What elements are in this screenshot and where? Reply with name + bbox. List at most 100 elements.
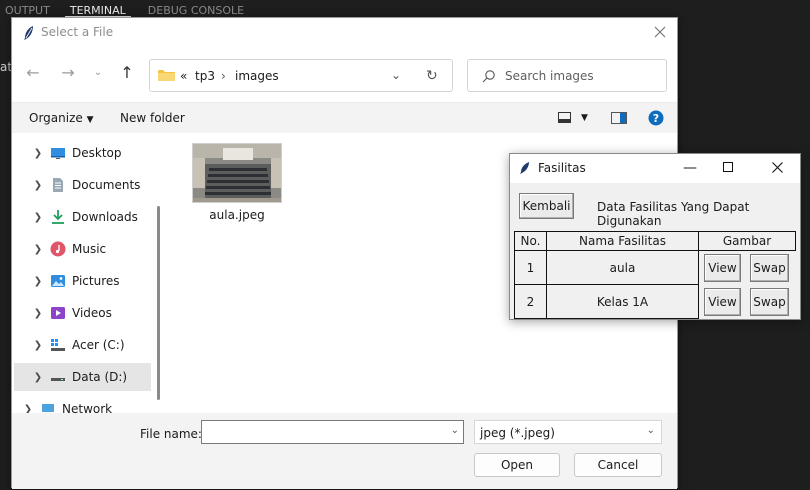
nav-item-data-d[interactable]: ❯ Data (D:): [14, 363, 151, 391]
file-item-aula[interactable]: aula.jpeg: [191, 143, 283, 222]
preview-pane-icon[interactable]: [611, 112, 627, 124]
nav-item-pictures[interactable]: ❯ Pictures: [14, 267, 151, 295]
expand-chevron-icon[interactable]: ❯: [28, 276, 48, 287]
open-button[interactable]: Open: [474, 453, 560, 477]
close-icon[interactable]: [772, 162, 783, 173]
nav-item-downloads[interactable]: ❯ Downloads: [14, 203, 151, 231]
organize-label: Organize: [29, 111, 83, 125]
expand-chevron-icon[interactable]: ❯: [28, 148, 48, 159]
nav-item-label: Network: [62, 402, 113, 413]
svg-text:?: ?: [653, 112, 659, 125]
documents-icon: [53, 178, 63, 192]
nav-item-label: Documents: [72, 178, 141, 192]
organize-button[interactable]: Organize ▼: [29, 111, 94, 125]
music-icon: [50, 241, 66, 257]
file-name-dropdown-icon[interactable]: ⌄: [451, 425, 459, 436]
nav-item-label: Downloads: [72, 210, 138, 224]
row-2-view-button[interactable]: View: [704, 288, 741, 316]
feather-icon: [520, 162, 529, 174]
breadcrumb-overflow[interactable]: «: [180, 69, 187, 83]
view-options-icon[interactable]: [558, 112, 571, 123]
facilities-table: No. Nama Fasilitas Gambar 1 aula View Sw…: [514, 231, 796, 319]
fasilitas-titlebar: Fasilitas —: [510, 154, 800, 183]
forward-arrow-icon[interactable]: →: [59, 64, 77, 82]
navigation-bar: ← → ⌄ ↑ « tp3 › images ⌄ ↻ Search images: [12, 54, 677, 94]
search-box[interactable]: Search images: [467, 59, 667, 92]
view-dropdown-icon[interactable]: ▼: [581, 113, 588, 123]
nav-item-documents[interactable]: ❯ Documents: [14, 171, 151, 199]
desktop-icon: [51, 148, 65, 159]
search-icon: [482, 70, 495, 83]
help-icon[interactable]: ?: [648, 110, 664, 126]
expand-chevron-icon[interactable]: ❯: [28, 372, 48, 383]
nav-item-desktop[interactable]: ❯ Desktop: [14, 139, 151, 167]
expand-chevron-icon[interactable]: ❯: [28, 244, 48, 255]
pictures-icon: [51, 275, 65, 287]
expand-chevron-icon[interactable]: ❯: [28, 180, 48, 191]
nav-item-acer-c[interactable]: ❯ Acer (C:): [14, 331, 151, 359]
row-1-name: aula: [546, 250, 699, 285]
breadcrumb-separator-icon: ›: [221, 69, 226, 83]
search-placeholder: Search images: [505, 69, 594, 83]
expand-chevron-icon[interactable]: ❯: [28, 308, 48, 319]
navigation-scrollbar[interactable]: [157, 206, 160, 400]
breadcrumb-tp3[interactable]: tp3: [195, 69, 215, 83]
dialog-titlebar: Select a File: [12, 18, 677, 48]
tab-debug-console[interactable]: DEBUG CONSOLE: [143, 0, 249, 17]
navigation-pane: ❯ Desktop ❯ Documents ❯ Downloads ❯ Musi…: [12, 133, 163, 413]
network-icon: [42, 404, 54, 412]
expand-chevron-icon[interactable]: ❯: [28, 212, 48, 223]
back-button[interactable]: Kembali: [519, 193, 574, 219]
drive-d-icon: [51, 378, 65, 381]
file-name-label: File name:: [140, 427, 202, 441]
tab-output[interactable]: OUTPUT: [0, 0, 55, 17]
videos-icon: [51, 307, 65, 319]
folder-icon: [158, 70, 175, 81]
row-2-swap-button[interactable]: Swap: [750, 288, 789, 316]
nav-item-network[interactable]: ❯ Network: [14, 395, 151, 413]
back-arrow-icon[interactable]: ←: [24, 64, 42, 82]
nav-item-music[interactable]: ❯ Music: [14, 235, 151, 263]
nav-item-videos[interactable]: ❯ Videos: [14, 299, 151, 327]
feather-icon: [24, 26, 33, 40]
column-header-gambar: Gambar: [698, 231, 796, 251]
refresh-icon[interactable]: ↻: [426, 68, 438, 84]
downloads-icon: [52, 210, 64, 224]
nav-item-label: Videos: [72, 306, 112, 320]
nav-item-label: Desktop: [72, 146, 122, 160]
fasilitas-window: Fasilitas — Kembali Data Fasilitas Yang …: [509, 153, 801, 320]
organize-dropdown-icon: ▼: [86, 115, 94, 125]
vscode-panel-tabs: OUTPUT TERMINAL DEBUG CONSOLE: [0, 0, 810, 17]
breadcrumb-images[interactable]: images: [235, 69, 279, 83]
dialog-title: Select a File: [41, 25, 114, 39]
nav-item-label: Data (D:): [72, 370, 128, 384]
nav-item-label: Acer (C:): [72, 338, 125, 352]
maximize-icon[interactable]: [723, 162, 733, 172]
recent-locations-chevron-icon[interactable]: ⌄: [89, 64, 107, 82]
new-folder-button[interactable]: New folder: [120, 111, 185, 125]
file-type-dropdown-icon: ⌄: [646, 425, 655, 436]
expand-chevron-icon[interactable]: ❯: [28, 340, 48, 351]
file-name: aula.jpeg: [209, 208, 265, 222]
row-2-name: Kelas 1A: [546, 284, 699, 319]
address-bar[interactable]: « tp3 › images ⌄ ↻: [149, 59, 453, 92]
row-1-view-button[interactable]: View: [704, 254, 741, 282]
cancel-button[interactable]: Cancel: [574, 453, 662, 477]
expand-chevron-icon[interactable]: ❯: [18, 404, 38, 414]
file-name-input[interactable]: ⌄: [201, 420, 464, 444]
file-type-value: jpeg (*.jpeg): [480, 426, 555, 440]
row-2-no: 2: [514, 284, 547, 319]
column-header-no: No.: [514, 231, 547, 251]
image-thumbnail: [192, 143, 282, 203]
fasilitas-heading: Data Fasilitas Yang Dapat Digunakan: [597, 200, 750, 228]
file-type-select[interactable]: jpeg (*.jpeg) ⌄: [474, 420, 662, 444]
row-1-swap-button[interactable]: Swap: [750, 254, 789, 282]
minimize-icon[interactable]: —: [680, 158, 700, 178]
close-icon[interactable]: [653, 25, 667, 39]
up-arrow-icon[interactable]: ↑: [118, 64, 136, 82]
tab-terminal[interactable]: TERMINAL: [64, 0, 131, 17]
nav-item-label: Music: [72, 242, 107, 256]
fasilitas-title: Fasilitas: [538, 161, 586, 175]
command-bar: Organize ▼ New folder ▼ ?: [12, 102, 677, 133]
address-dropdown-icon[interactable]: ⌄: [391, 68, 401, 82]
